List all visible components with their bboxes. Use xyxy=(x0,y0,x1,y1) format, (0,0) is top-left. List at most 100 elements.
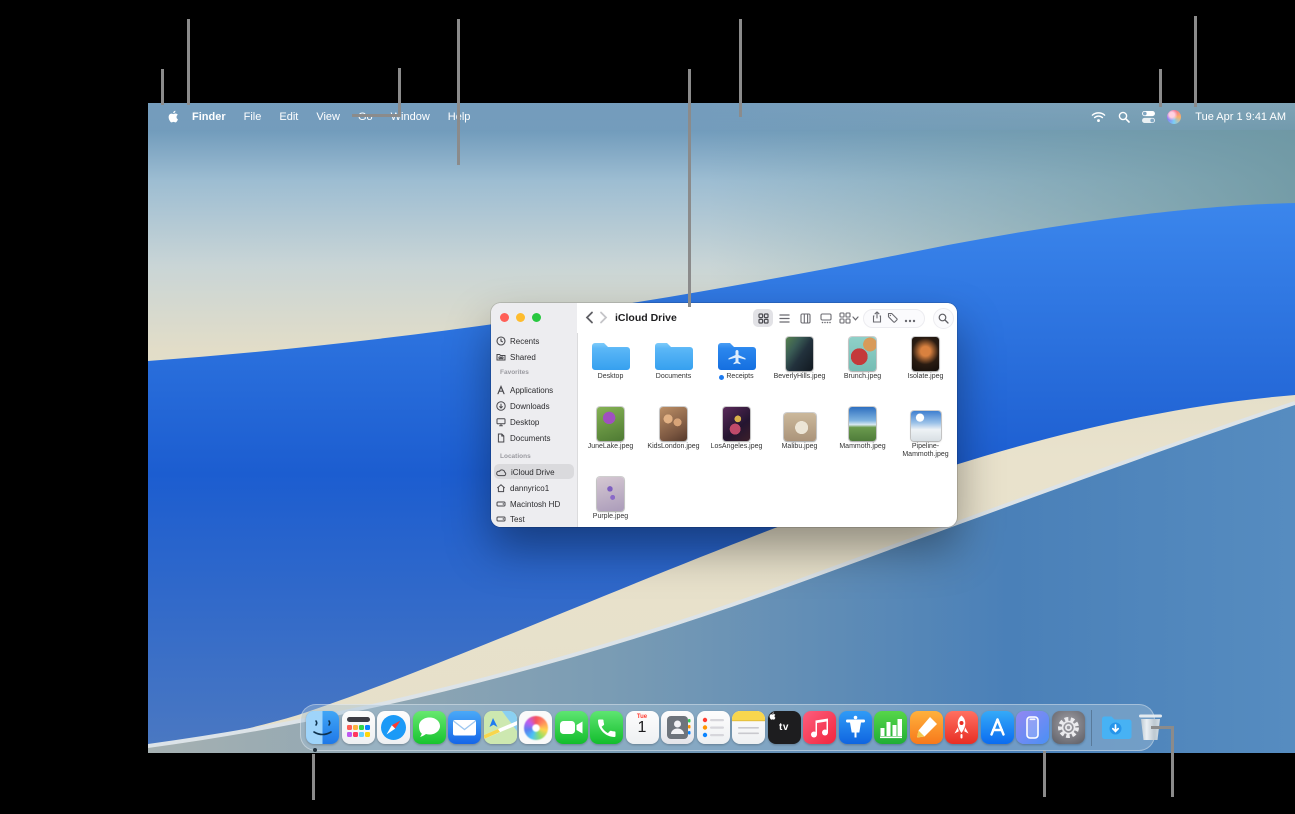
callout-desktop xyxy=(457,19,460,165)
icloud-icon xyxy=(496,468,507,477)
calendar-day-number: 1 xyxy=(626,719,659,737)
callout-control-center xyxy=(1194,16,1197,107)
dock-iphone-mirroring-icon[interactable] xyxy=(1016,711,1049,744)
search-icon xyxy=(938,313,949,324)
file-beverlyhills[interactable]: BeverlyHills.jpeg xyxy=(768,331,831,401)
chevron-down-icon xyxy=(852,316,859,321)
group-by-button[interactable] xyxy=(839,309,859,327)
dock-music-icon[interactable] xyxy=(803,711,836,744)
sidebar-item-downloads[interactable]: Downloads xyxy=(496,399,572,413)
icloud-sync-dot xyxy=(719,375,724,380)
document-icon xyxy=(496,433,506,443)
dock-apple-tv-icon[interactable]: tv xyxy=(768,711,801,744)
tags-button[interactable] xyxy=(887,310,898,328)
dock-facetime-icon[interactable] xyxy=(555,711,588,744)
forward-button[interactable] xyxy=(599,311,608,329)
sidebar-item-icloud-drive[interactable]: iCloud Drive xyxy=(496,465,572,479)
dock-pages-icon[interactable] xyxy=(910,711,943,744)
sidebar-item-applications[interactable]: Applications xyxy=(496,383,572,397)
dock-keynote-icon[interactable] xyxy=(839,711,872,744)
sidebar-item-macintosh-hd[interactable]: Macintosh HD xyxy=(496,497,572,511)
menu-edit[interactable]: Edit xyxy=(270,111,307,123)
callout-finder-window xyxy=(688,69,691,307)
list-view-button[interactable] xyxy=(774,309,794,327)
wifi-icon[interactable] xyxy=(1091,111,1106,123)
spotlight-search-icon[interactable] xyxy=(1118,111,1130,123)
callout-wifi-status xyxy=(1159,69,1162,107)
sidebar-item-recents[interactable]: Recents xyxy=(496,334,572,348)
dock-finder-icon[interactable] xyxy=(306,711,339,744)
dock-photos-icon[interactable] xyxy=(519,711,552,744)
icon-view-button[interactable] xyxy=(753,309,773,327)
hard-drive-icon xyxy=(496,499,506,509)
callout-app-menu xyxy=(187,19,190,105)
back-button[interactable] xyxy=(585,311,594,329)
file-brunch[interactable]: Brunch.jpeg xyxy=(831,331,894,401)
dock-phone-icon[interactable] xyxy=(590,711,623,744)
siri-icon[interactable] xyxy=(1167,110,1181,124)
more-actions-button[interactable] xyxy=(904,310,916,328)
gallery-view-button[interactable] xyxy=(816,309,836,327)
file-pipeline-mammoth[interactable]: Pipeline-Mammoth.jpeg xyxy=(894,401,957,471)
share-button[interactable] xyxy=(872,310,882,328)
search-button[interactable] xyxy=(933,308,954,329)
dock: Tue 1 tv xyxy=(300,704,1155,751)
file-receipts-folder[interactable]: Receipts xyxy=(705,331,768,401)
file-isolate[interactable]: Isolate.jpeg xyxy=(894,331,957,401)
finder-sidebar: Recents Shared Favorites Applications Do… xyxy=(491,303,578,527)
file-purple[interactable]: Purple.jpeg xyxy=(579,471,642,541)
applications-icon xyxy=(496,385,506,395)
dock-launchpad-icon[interactable] xyxy=(342,711,375,744)
annotated-mac-screenshot: Finder File Edit View Go Window Help xyxy=(0,0,1295,814)
menu-view[interactable]: View xyxy=(307,111,349,123)
sidebar-section-locations: Locations xyxy=(500,453,531,460)
finder-window[interactable]: Recents Shared Favorites Applications Do… xyxy=(491,303,957,527)
menu-finder[interactable]: Finder xyxy=(183,111,235,123)
sidebar-item-documents[interactable]: Documents xyxy=(496,431,572,445)
file-kidslondon[interactable]: KidsLondon.jpeg xyxy=(642,401,705,471)
finder-running-indicator xyxy=(313,748,317,752)
dock-mail-icon[interactable] xyxy=(448,711,481,744)
column-view-button[interactable] xyxy=(795,309,815,327)
dock-rocket-app-icon[interactable] xyxy=(945,711,978,744)
dock-messages-icon[interactable] xyxy=(413,711,446,744)
dock-safari-icon[interactable] xyxy=(377,711,410,744)
file-documents-folder[interactable]: Documents xyxy=(642,331,705,401)
dock-maps-icon[interactable] xyxy=(484,711,517,744)
dock-notes-icon[interactable] xyxy=(732,711,765,744)
dock-contacts-icon[interactable] xyxy=(661,711,694,744)
minimize-button[interactable] xyxy=(516,313,525,322)
image-thumbnail xyxy=(723,407,750,441)
image-thumbnail xyxy=(912,337,939,371)
zoom-button[interactable] xyxy=(532,313,541,322)
dock-divider xyxy=(1091,710,1092,746)
file-junelake[interactable]: JuneLake.jpeg xyxy=(579,401,642,471)
file-losangeles[interactable]: LosAngeles.jpeg xyxy=(705,401,768,471)
apple-menu[interactable] xyxy=(161,109,183,124)
tv-label: tv xyxy=(779,722,789,733)
desktop[interactable]: Finder File Edit View Go Window Help xyxy=(148,103,1295,753)
dock-app-store-icon[interactable] xyxy=(981,711,1014,744)
file-mammoth[interactable]: Mammoth.jpeg xyxy=(831,401,894,471)
menu-file[interactable]: File xyxy=(235,111,271,123)
file-malibu[interactable]: Malibu.jpeg xyxy=(768,401,831,471)
dock-downloads-folder-icon[interactable] xyxy=(1099,711,1132,744)
dock-numbers-icon[interactable] xyxy=(874,711,907,744)
shared-folder-icon xyxy=(496,352,506,362)
sidebar-item-test[interactable]: Test xyxy=(496,512,572,526)
finder-toolbar: iCloud Drive xyxy=(577,303,957,333)
clock-icon xyxy=(496,336,506,346)
dock-system-settings-icon[interactable] xyxy=(1052,711,1085,744)
dock-calendar-icon[interactable]: Tue 1 xyxy=(626,711,659,744)
callout-system-settings-dock-icon xyxy=(1043,751,1046,797)
sidebar-item-desktop[interactable]: Desktop xyxy=(496,415,572,429)
close-button[interactable] xyxy=(500,313,509,322)
callout-finder-dock-icon xyxy=(312,754,315,800)
menu-bar-clock[interactable]: Tue Apr 1 9:41 AM xyxy=(1195,111,1286,123)
file-desktop-folder[interactable]: Desktop xyxy=(579,331,642,401)
sidebar-item-home[interactable]: dannyrico1 xyxy=(496,481,572,495)
dock-reminders-icon[interactable] xyxy=(697,711,730,744)
control-center-icon[interactable] xyxy=(1142,111,1155,123)
sidebar-item-shared[interactable]: Shared xyxy=(496,350,572,364)
toolbar-action-pill xyxy=(863,309,925,328)
